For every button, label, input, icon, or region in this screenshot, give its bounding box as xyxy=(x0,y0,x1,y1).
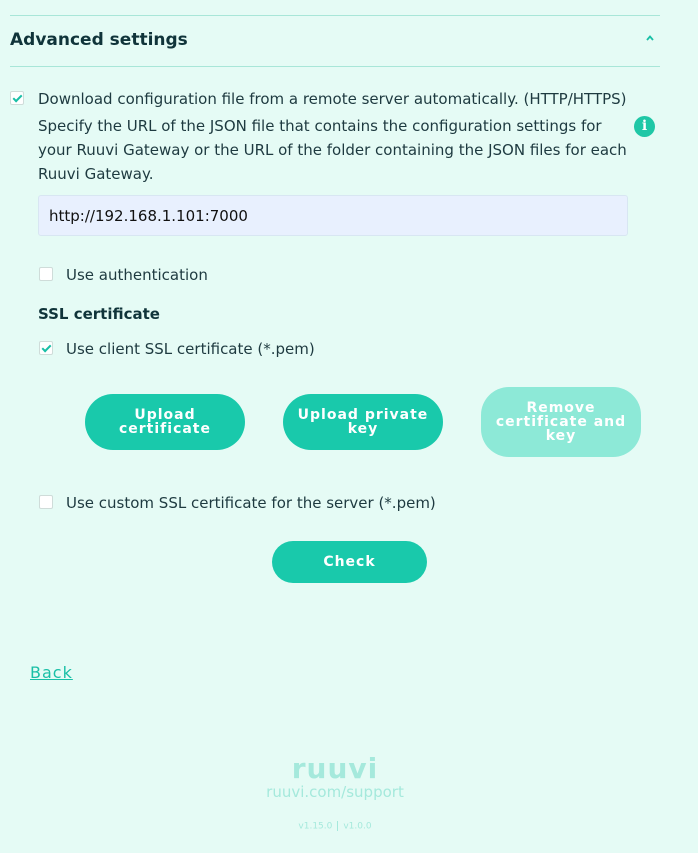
remote-config-description: Specify the URL of the JSON file that co… xyxy=(38,117,627,183)
ssl-heading: SSL certificate xyxy=(38,305,160,323)
authentication-checkbox[interactable] xyxy=(39,267,53,281)
chevron-up-icon[interactable] xyxy=(646,34,654,42)
server-ssl-checkbox[interactable] xyxy=(39,495,53,509)
remove-certificate-and-key-button[interactable]: Remove certificate and key xyxy=(481,387,641,457)
remote-config-label: Download configuration file from a remot… xyxy=(38,90,627,108)
header-divider xyxy=(10,66,660,67)
back-link[interactable]: Back xyxy=(30,663,73,682)
client-ssl-label: Use client SSL certificate (*.pem) xyxy=(66,340,315,358)
server-ssl-label: Use custom SSL certificate for the serve… xyxy=(66,494,436,512)
version-primary: v1.15.0 xyxy=(298,821,333,832)
section-title: Advanced settings xyxy=(10,30,188,50)
top-divider xyxy=(10,15,660,16)
info-icon[interactable]: i xyxy=(634,116,655,137)
upload-certificate-button[interactable]: Upload certificate xyxy=(85,394,245,450)
version-secondary: v1.0.0 xyxy=(343,821,372,832)
authentication-label: Use authentication xyxy=(66,266,208,284)
remote-url-input[interactable] xyxy=(38,195,628,236)
support-link[interactable]: ruuvi.com/support xyxy=(0,783,670,801)
client-ssl-checkbox[interactable] xyxy=(39,341,53,355)
version-info: v1.15.0 v1.0.0 xyxy=(0,821,670,832)
upload-private-key-button[interactable]: Upload private key xyxy=(283,394,443,450)
version-separator xyxy=(337,821,339,831)
check-button[interactable]: Check xyxy=(272,541,427,583)
ruuvi-logo: ruuvi xyxy=(291,752,379,785)
remote-config-checkbox[interactable] xyxy=(10,91,24,105)
